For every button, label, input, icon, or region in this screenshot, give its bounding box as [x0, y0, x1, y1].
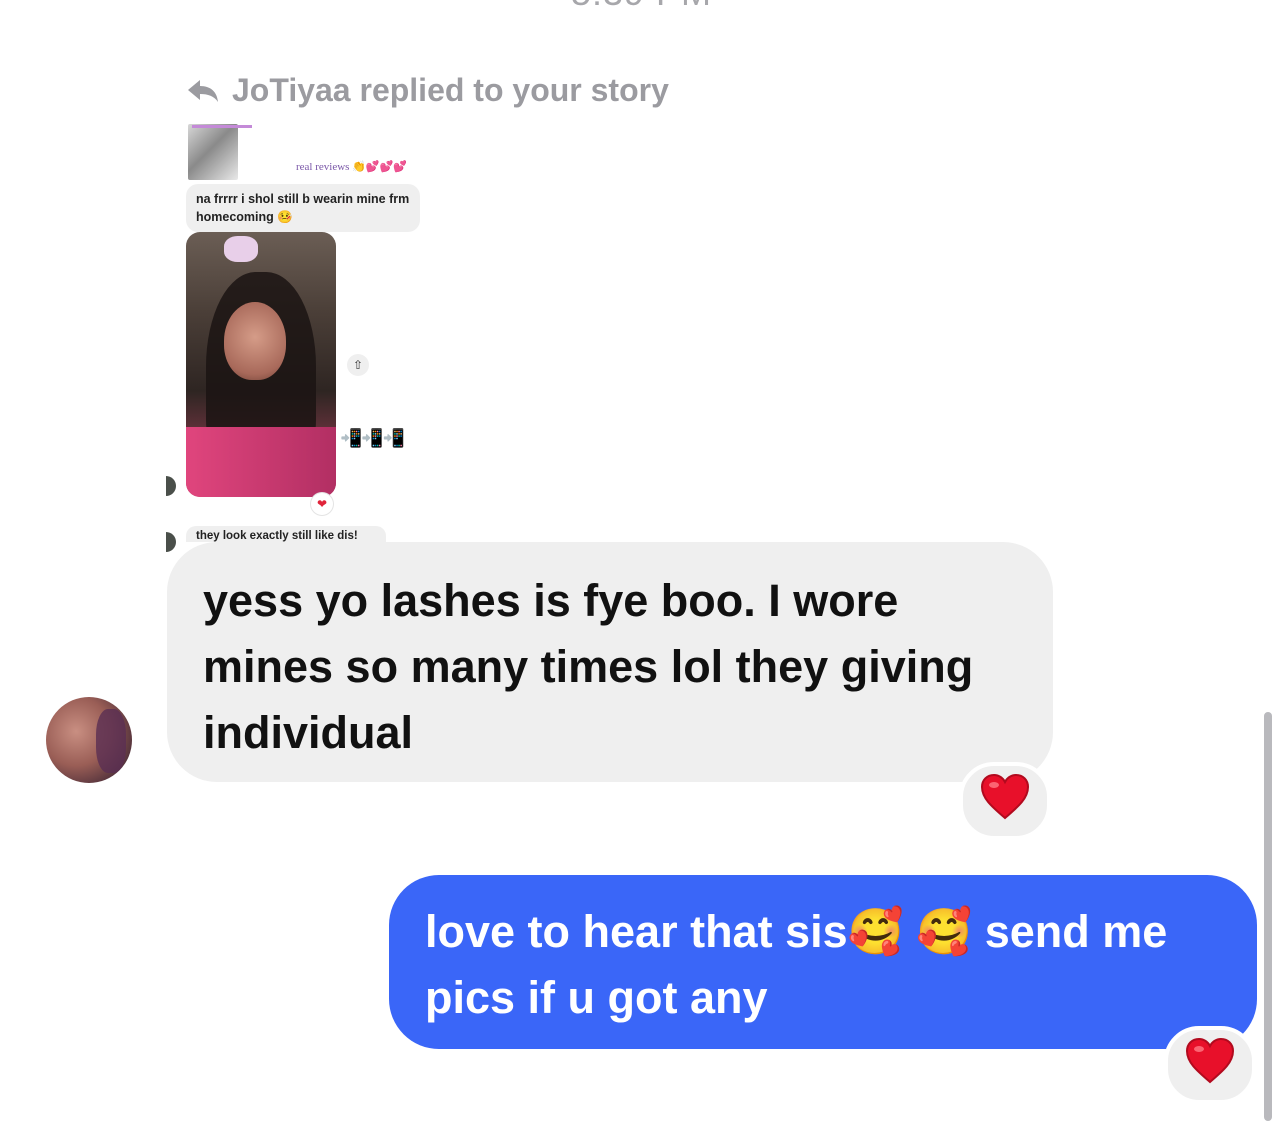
message-timestamp: 5:39 PM	[0, 0, 1283, 14]
photo-heart-reaction: ❤	[311, 493, 333, 515]
outgoing-message-bubble[interactable]: love to hear that sis🥰 🥰 send me pics if…	[389, 875, 1257, 1049]
outgoing-message-text: love to hear that sis🥰 🥰 send me pics if…	[425, 906, 1168, 1023]
heart-icon	[979, 772, 1031, 827]
mini-avatar	[166, 476, 176, 496]
share-icon: ⇧	[347, 354, 369, 376]
heart-icon	[1184, 1036, 1236, 1091]
story-message-bubble-2: they look exactly still like dis!	[186, 526, 386, 542]
scrollbar[interactable]	[1264, 712, 1272, 1121]
outgoing-reaction[interactable]	[1164, 1026, 1256, 1104]
story-message-bubble: na frrrr i shol still b wearin mine frm …	[186, 184, 420, 232]
reply-arrow-icon	[186, 76, 220, 104]
photo-clothing	[186, 427, 336, 497]
story-photo	[186, 232, 336, 497]
chat-screen: 5:39 PM JoTiyaa replied to your story re…	[0, 0, 1283, 1121]
sender-avatar[interactable]	[46, 697, 132, 783]
incoming-message-text: yess yo lashes is fye boo. I wore mines …	[203, 575, 974, 758]
emoji-row: 📲📲📲	[340, 428, 405, 448]
story-caption: real reviews 👏💕💕💕	[296, 161, 407, 173]
story-reply-notice: JoTiyaa replied to your story	[186, 68, 669, 112]
reply-notice-text: JoTiyaa replied to your story	[232, 71, 669, 108]
story-preview[interactable]: real reviews 👏💕💕💕 na frrrr i shol still …	[166, 122, 426, 552]
photo-bow	[224, 236, 258, 262]
incoming-message-bubble[interactable]: yess yo lashes is fye boo. I wore mines …	[167, 542, 1053, 782]
story-thumbnail	[188, 124, 252, 180]
incoming-reaction[interactable]	[959, 762, 1051, 840]
photo-face	[224, 302, 286, 380]
mini-avatar	[166, 532, 176, 552]
